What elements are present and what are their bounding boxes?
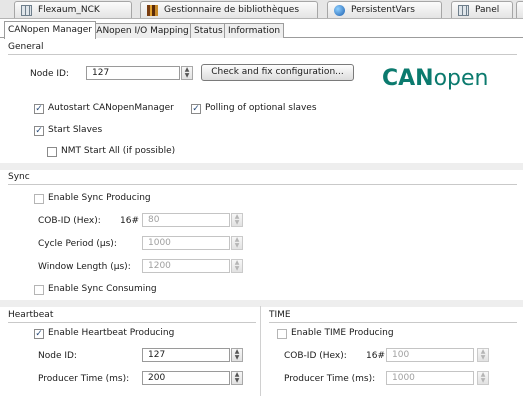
heartbeat-section-title: Heartbeat (8, 310, 54, 320)
divider (8, 322, 256, 323)
doc-tab-label: PersistentVars (351, 5, 415, 15)
spin-down-icon: ▼ (234, 242, 240, 249)
sync-cobid-input[interactable]: 80 (142, 213, 230, 227)
heartbeat-producer-time-label: Producer Time (ms): (38, 374, 130, 384)
spin-down-icon: ▼ (234, 265, 240, 272)
time-cobid-input[interactable]: 100 (386, 348, 474, 362)
divider (8, 54, 517, 55)
editor-tab-strip: CANopen Manager CANopen I/O Mapping Stat… (0, 21, 523, 39)
enable-sync-consuming-label: Enable Sync Consuming (48, 284, 157, 294)
spin-down-icon: ▼ (234, 219, 240, 226)
doc-tab-overflow[interactable] (516, 1, 523, 18)
enable-sync-producing-checkbox[interactable] (34, 194, 44, 204)
enable-sync-producing-label: Enable Sync Producing (48, 193, 151, 203)
doc-tab-label: Flexaum_NCK (38, 5, 100, 15)
divider (8, 184, 517, 185)
sync-section-title: Sync (8, 172, 30, 182)
spin-down-icon: ▼ (480, 354, 486, 361)
library-icon (147, 4, 158, 16)
enable-heartbeat-producing-checkbox[interactable]: ✓ (34, 329, 44, 339)
start-slaves-label: Start Slaves (48, 125, 103, 135)
heartbeat-node-id-label: Node ID: (38, 351, 77, 361)
grid-icon (21, 4, 32, 16)
time-section-title: TIME (269, 310, 291, 320)
general-section-title: General (8, 42, 44, 52)
section-separator (0, 163, 523, 170)
enable-time-producing-checkbox[interactable] (277, 329, 287, 339)
heartbeat-node-id-spinner[interactable]: ▲ ▼ (231, 348, 243, 362)
spin-down-icon: ▼ (234, 377, 240, 384)
window-length-input[interactable]: 1200 (142, 259, 230, 273)
section-separator (0, 300, 523, 307)
time-producer-time-input[interactable]: 1000 (386, 371, 474, 385)
enable-sync-consuming-checkbox[interactable] (34, 285, 44, 295)
nmt-start-all-label: NMT Start All (if possible) (61, 146, 176, 156)
tab-status[interactable]: Status (190, 23, 227, 38)
window-length-spinner[interactable]: ▲ ▼ (231, 259, 243, 273)
doc-tab-library-manager[interactable]: Gestionnaire de bibliothèques (140, 1, 318, 18)
time-producer-time-label: Producer Time (ms): (284, 374, 376, 384)
cycle-period-label: Cycle Period (µs): (38, 239, 117, 249)
doc-tab-label: Gestionnaire de bibliothèques (164, 5, 300, 15)
time-cobid-prefix: 16# (366, 351, 385, 361)
polling-optional-slaves-checkbox[interactable]: ✓ (191, 104, 201, 114)
node-id-input[interactable]: 127 (86, 66, 180, 80)
doc-tab-persistentvars[interactable]: PersistentVars (327, 1, 442, 18)
time-cobid-label: COB-ID (Hex): (284, 351, 347, 361)
tab-canopen-io-mapping[interactable]: CANopen I/O Mapping (86, 23, 193, 38)
grid-icon (458, 4, 469, 16)
enable-heartbeat-producing-label: Enable Heartbeat Producing (48, 328, 175, 338)
heartbeat-node-id-input[interactable]: 127 (142, 348, 230, 362)
autostart-canopen-manager-checkbox[interactable]: ✓ (34, 104, 44, 114)
tab-information[interactable]: Information (224, 23, 285, 38)
nmt-start-all-checkbox[interactable] (47, 147, 57, 157)
divider (269, 322, 517, 323)
doc-tab-label: Panel (475, 5, 500, 15)
tab-canopen-manager[interactable]: CANopen Manager (4, 21, 96, 39)
time-producer-time-spinner[interactable]: ▲ ▼ (477, 371, 489, 385)
sync-cobid-label: COB-ID (Hex): (38, 216, 101, 226)
doc-tab-flexaum-nck[interactable]: Flexaum_NCK (14, 1, 132, 18)
node-id-spinner[interactable]: ▲ ▼ (181, 66, 193, 80)
sync-cobid-prefix: 16# (120, 216, 139, 226)
node-id-label: Node ID: (30, 69, 69, 79)
window-length-label: Window Length (µs): (38, 262, 131, 272)
cycle-period-input[interactable]: 1000 (142, 236, 230, 250)
spin-down-icon: ▼ (480, 377, 486, 384)
time-cobid-spinner[interactable]: ▲ ▼ (477, 348, 489, 362)
sync-cobid-spinner[interactable]: ▲ ▼ (231, 213, 243, 227)
cycle-period-spinner[interactable]: ▲ ▼ (231, 236, 243, 250)
polling-optional-slaves-label: Polling of optional slaves (205, 103, 317, 113)
spin-down-icon: ▼ (234, 354, 240, 361)
spin-down-icon: ▼ (184, 72, 190, 79)
start-slaves-checkbox[interactable]: ✓ (34, 126, 44, 136)
heartbeat-producer-time-spinner[interactable]: ▲ ▼ (231, 371, 243, 385)
heartbeat-producer-time-input[interactable]: 200 (142, 371, 230, 385)
globe-icon (334, 4, 345, 16)
autostart-canopen-manager-label: Autostart CANopenManager (48, 103, 174, 113)
document-tab-strip: Flexaum_NCK Gestionnaire de bibliothèque… (0, 0, 523, 19)
column-divider (260, 306, 261, 396)
doc-tab-panel[interactable]: Panel (451, 1, 513, 18)
canopen-logo: CANopen (382, 66, 489, 91)
check-and-fix-configuration-button[interactable]: Check and fix configuration... (201, 64, 354, 81)
enable-time-producing-label: Enable TIME Producing (291, 328, 394, 338)
